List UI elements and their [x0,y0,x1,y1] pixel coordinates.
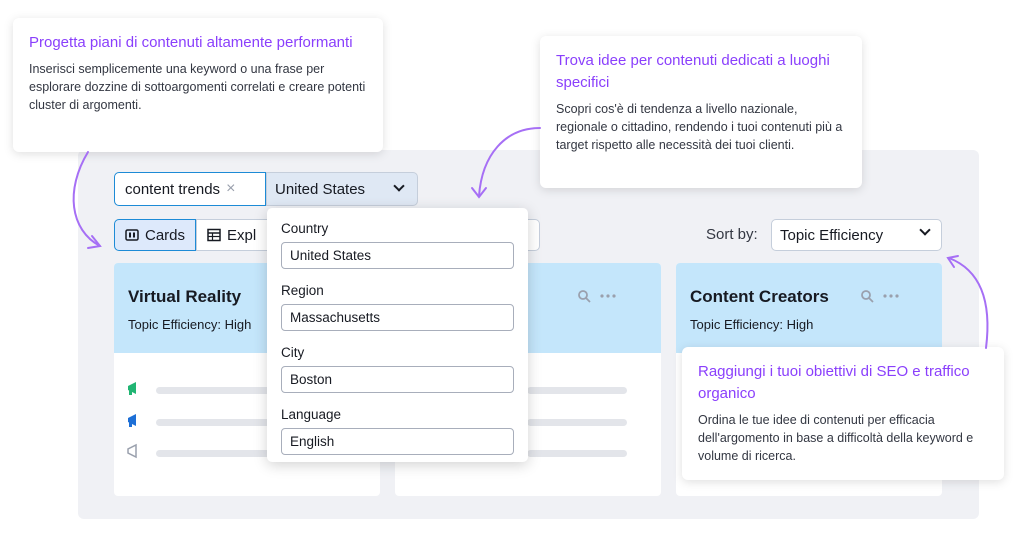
more-icon[interactable] [599,289,617,303]
sort-select[interactable]: Topic Efficiency [771,219,942,251]
megaphone-green-icon [128,382,136,395]
city-label: City [281,345,305,360]
country-label: Country [281,221,329,236]
callout-body: Scopri cos'è di tendenza a livello nazio… [556,102,843,152]
table-icon [207,228,221,242]
chevron-down-icon [393,180,405,192]
city-field[interactable]: Boston [281,366,514,393]
cards-icon [125,229,139,241]
placeholder-line [156,450,276,457]
callout-content-plans: Progetta piani di contenuti altamente pe… [13,18,383,152]
region-label: Region [281,283,324,298]
explorer-view-button[interactable]: Expl [196,219,277,251]
callout-body: Ordina le tue idee di contenuti per effi… [698,413,974,463]
search-value: content trends [125,180,221,198]
callout-title: Trova idee per contenuti dedicati a luog… [556,52,830,91]
location-dropdown: Country United States Region Massachuset… [267,208,528,462]
region-field[interactable]: Massachusetts [281,304,514,331]
more-icon[interactable] [882,289,900,303]
country-select[interactable]: United States [266,172,418,206]
cards-label: Cards [145,226,186,244]
megaphone-icons [127,382,137,459]
sort-label: Sort by: [706,226,758,243]
placeholder-line [527,450,627,457]
placeholder-line [527,387,627,394]
megaphone-outline-icon [127,443,137,459]
callout-seo-goals: Raggiungi i tuoi obiettivi di SEO e traf… [682,347,1004,480]
callout-title: Progetta piani di contenuti altamente pe… [29,34,353,51]
placeholder-line [156,419,276,426]
clear-icon[interactable]: × [226,180,235,198]
callout-location-ideas: Trova idee per contenuti dedicati a luog… [540,36,862,188]
language-field[interactable]: English [281,428,514,455]
cards-view-button[interactable]: Cards [114,219,197,251]
callout-body: Inserisci semplicemente una keyword o un… [29,62,366,112]
topic-search-input[interactable]: content trends × [114,172,266,206]
country-field[interactable]: United States [281,242,514,269]
explorer-label: Expl [227,226,257,244]
view-toggle: Cards Expl [114,219,277,251]
search-icon[interactable] [577,289,591,303]
chevron-down-icon [919,224,931,236]
card-efficiency: Topic Efficiency: High [690,317,814,332]
country-select-value: United States [275,180,366,198]
card-header: Content Creators Topic Efficiency: High [676,263,942,353]
sort-select-value: Topic Efficiency [780,226,884,244]
search-icon[interactable] [860,289,874,303]
placeholder-line [527,419,627,426]
megaphone-blue-icon [128,414,136,427]
callout-title: Raggiungi i tuoi obiettivi di SEO e traf… [698,363,970,402]
placeholder-line [156,387,276,394]
language-label: Language [281,407,342,422]
